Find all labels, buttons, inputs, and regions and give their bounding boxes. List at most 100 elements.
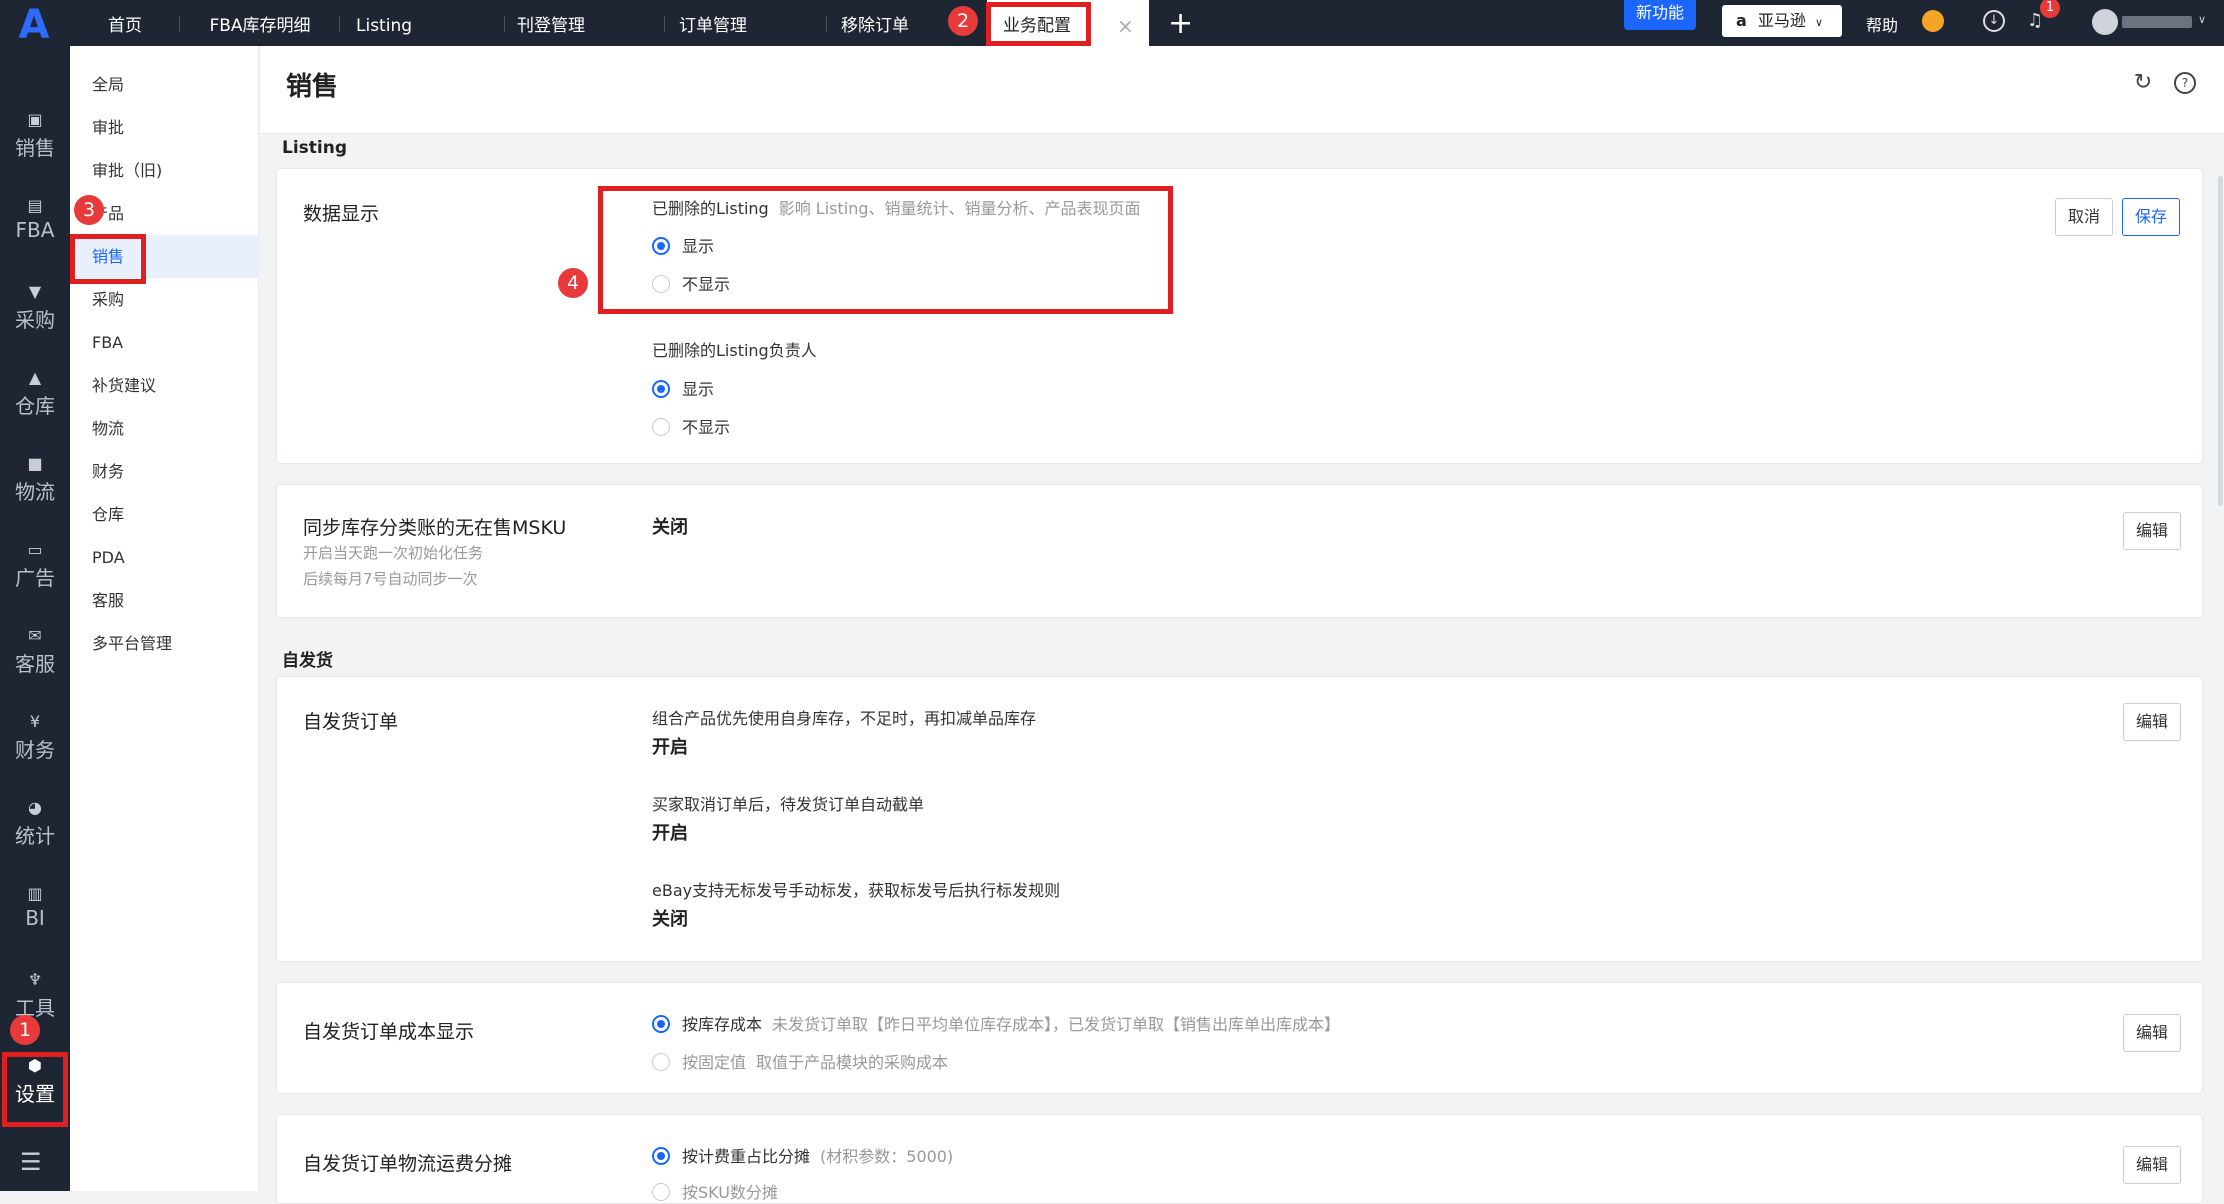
page-header: 销售 ↻ ? xyxy=(260,46,2224,134)
deleted-listing-owner-label: 已删除的Listing负责人 xyxy=(652,341,817,360)
mail-icon: ✉ xyxy=(28,626,42,645)
subnav-service[interactable]: 客服 xyxy=(70,579,259,622)
username-blurred[interactable] xyxy=(2122,16,2192,28)
card-subtext: 开启当天跑一次初始化任务 xyxy=(303,544,484,562)
card-title: 自发货订单物流运费分摊 xyxy=(303,1153,513,1175)
auto-intercept-label: 买家取消订单后，待发货订单自动截单 xyxy=(652,795,925,814)
combo-stock-value: 开启 xyxy=(652,737,688,758)
highlight-box-settings xyxy=(2,1052,68,1127)
owner-show-radio[interactable]: 显示 xyxy=(652,376,714,400)
nav-bi[interactable]: ▥ BI xyxy=(0,884,70,931)
page-title: 销售 xyxy=(286,72,339,102)
highlight-box-sales-subnav xyxy=(70,234,146,284)
warehouse-icon: ▲ xyxy=(28,368,42,387)
cart-icon: ▼ xyxy=(28,282,42,301)
nav-service[interactable]: ✉ 客服 xyxy=(0,628,70,677)
step-badge-1: 1 xyxy=(10,1015,40,1045)
app-logo[interactable]: A xyxy=(0,0,70,46)
subnav-finance[interactable]: 财务 xyxy=(70,450,259,493)
edit-button[interactable]: 编辑 xyxy=(2123,1146,2182,1184)
tab-close-icon[interactable]: × xyxy=(1117,0,1134,52)
subnav-multiplatform[interactable]: 多平台管理 xyxy=(70,622,259,665)
nav-ads[interactable]: ▭ 广告 xyxy=(0,542,70,591)
order-cost-display-card: 自发货订单成本显示 按库存成本 未发货订单取【昨日平均单位库存成本】，已发货订单取… xyxy=(276,982,2203,1094)
scrollbar[interactable] xyxy=(2218,176,2223,506)
wrench-icon: ♆ xyxy=(27,970,43,989)
edit-button[interactable]: 编辑 xyxy=(2123,512,2182,550)
sync-msku-card: 同步库存分类账的无在售MSKU 开启当天跑一次初始化任务 后续每月7号自动同步一… xyxy=(276,484,2203,618)
card-title: 自发货订单成本显示 xyxy=(303,1021,475,1043)
weight-allocation-radio[interactable]: 按计费重占比分摊 (材积参数：5000) xyxy=(652,1143,953,1167)
refresh-icon[interactable]: ↻ xyxy=(2132,72,2154,94)
help-link[interactable]: 帮助 xyxy=(1866,12,1898,36)
sell-icon: ▣ xyxy=(27,110,43,129)
auto-intercept-value: 开启 xyxy=(652,823,688,844)
cost-by-stock-radio[interactable]: 按库存成本 未发货订单取【昨日平均单位库存成本】，已发货订单取【销售出库单出库成本… xyxy=(652,1011,1340,1035)
add-tab-icon[interactable]: + xyxy=(1168,0,1198,46)
subnav-replenish[interactable]: 补货建议 xyxy=(70,364,259,407)
subnav-approval-old[interactable]: 审批（旧) xyxy=(70,149,259,192)
nav-stats[interactable]: ◕ 统计 xyxy=(0,800,70,849)
nav-tools[interactable]: ♆ 工具 xyxy=(0,972,70,1021)
nav-finance[interactable]: ¥ 财务 xyxy=(0,714,70,763)
tab-fba-inventory[interactable]: FBA库存明细 xyxy=(180,0,340,46)
nav-purchase[interactable]: ▼ 采购 xyxy=(0,284,70,333)
ebay-mark-label: eBay支持无标发号手动标发，获取标发号后执行标发规则 xyxy=(652,881,1061,900)
pie-icon: ◕ xyxy=(28,798,42,817)
subnav-approval[interactable]: 审批 xyxy=(70,106,259,149)
card-title: 自发货订单 xyxy=(303,711,399,733)
cost-fixed-radio[interactable]: 按固定值 取值于产品模块的采购成本 xyxy=(652,1049,948,1073)
main-content: 销售 ↻ ? Listing 数据显示 已删除的Listing 影响 Listin… xyxy=(260,46,2224,1204)
section-title-listing: Listing xyxy=(282,138,348,158)
ad-icon: ▭ xyxy=(27,540,43,559)
sync-status-value: 关闭 xyxy=(652,517,688,538)
subnav-purchase[interactable]: 采购 xyxy=(70,278,259,321)
cancel-button[interactable]: 取消 xyxy=(2055,198,2114,236)
nav-warehouse[interactable]: ▲ 仓库 xyxy=(0,370,70,419)
card-title: 同步库存分类账的无在售MSKU xyxy=(303,517,567,539)
new-feature-badge[interactable]: 新功能 xyxy=(1624,0,1696,30)
edit-button[interactable]: 编辑 xyxy=(2123,703,2182,741)
store-select[interactable]: a 亚马逊 ∨ xyxy=(1722,5,1842,37)
card-subtext: 后续每月7号自动同步一次 xyxy=(303,570,478,588)
tab-home[interactable]: 首页 xyxy=(70,0,180,46)
nav-logistics[interactable]: ■ 物流 xyxy=(0,456,70,505)
nav-sales[interactable]: ▣ 销售 xyxy=(0,112,70,161)
tab-orders[interactable]: 订单管理 xyxy=(665,0,827,46)
support-icon[interactable] xyxy=(1922,10,1944,32)
step-badge-2: 2 xyxy=(948,6,978,36)
user-chevron-icon[interactable]: ∨ xyxy=(2198,13,2206,26)
fba-icon: ▤ xyxy=(27,196,43,215)
amazon-icon: a xyxy=(1736,11,1747,30)
subnav-pda[interactable]: PDA xyxy=(70,536,259,579)
subnav-fba[interactable]: FBA xyxy=(70,321,259,364)
menu-collapse-icon[interactable]: ☰ xyxy=(20,1148,42,1176)
subnav-warehouse[interactable]: 仓库 xyxy=(70,493,259,536)
chevron-down-icon: ∨ xyxy=(1815,16,1824,29)
section-title-self-ship: 自发货 xyxy=(282,651,333,671)
subnav-global[interactable]: 全局 xyxy=(70,63,259,106)
data-display-card: 数据显示 已删除的Listing 影响 Listing、销量统计、销量分析、产品表… xyxy=(276,168,2203,464)
subnav-logistics[interactable]: 物流 xyxy=(70,407,259,450)
help-circle-icon[interactable]: ? xyxy=(2174,72,2196,94)
edit-button[interactable]: 编辑 xyxy=(2123,1014,2182,1052)
truck-icon: ■ xyxy=(27,454,43,473)
yen-icon: ¥ xyxy=(29,712,41,731)
owner-hide-radio[interactable]: 不显示 xyxy=(652,414,730,438)
sku-allocation-radio[interactable]: 按SKU数分摊 xyxy=(652,1179,778,1203)
download-icon[interactable]: ↓ xyxy=(1983,10,2005,32)
tab-publish[interactable]: 刊登管理 xyxy=(505,0,665,46)
ebay-mark-value: 关闭 xyxy=(652,909,688,930)
step-badge-3: 3 xyxy=(74,195,104,225)
bi-icon: ▥ xyxy=(27,884,43,903)
save-button[interactable]: 保存 xyxy=(2122,198,2181,236)
card-title: 数据显示 xyxy=(303,203,380,225)
combo-stock-label: 组合产品优先使用自身库存，不足时，再扣减单品库存 xyxy=(652,709,1037,728)
avatar[interactable] xyxy=(2092,9,2118,35)
highlight-box-business-tab xyxy=(986,2,1091,46)
highlight-box-deleted-listing xyxy=(598,186,1173,314)
nav-fba[interactable]: ▤ FBA xyxy=(0,196,70,243)
tab-listing[interactable]: Listing xyxy=(340,0,505,46)
top-bar: A 首页 FBA库存明细 Listing 刊登管理 订单管理 移除订单 业务配置… xyxy=(0,0,2224,46)
notification-count: 1 xyxy=(2040,0,2060,18)
